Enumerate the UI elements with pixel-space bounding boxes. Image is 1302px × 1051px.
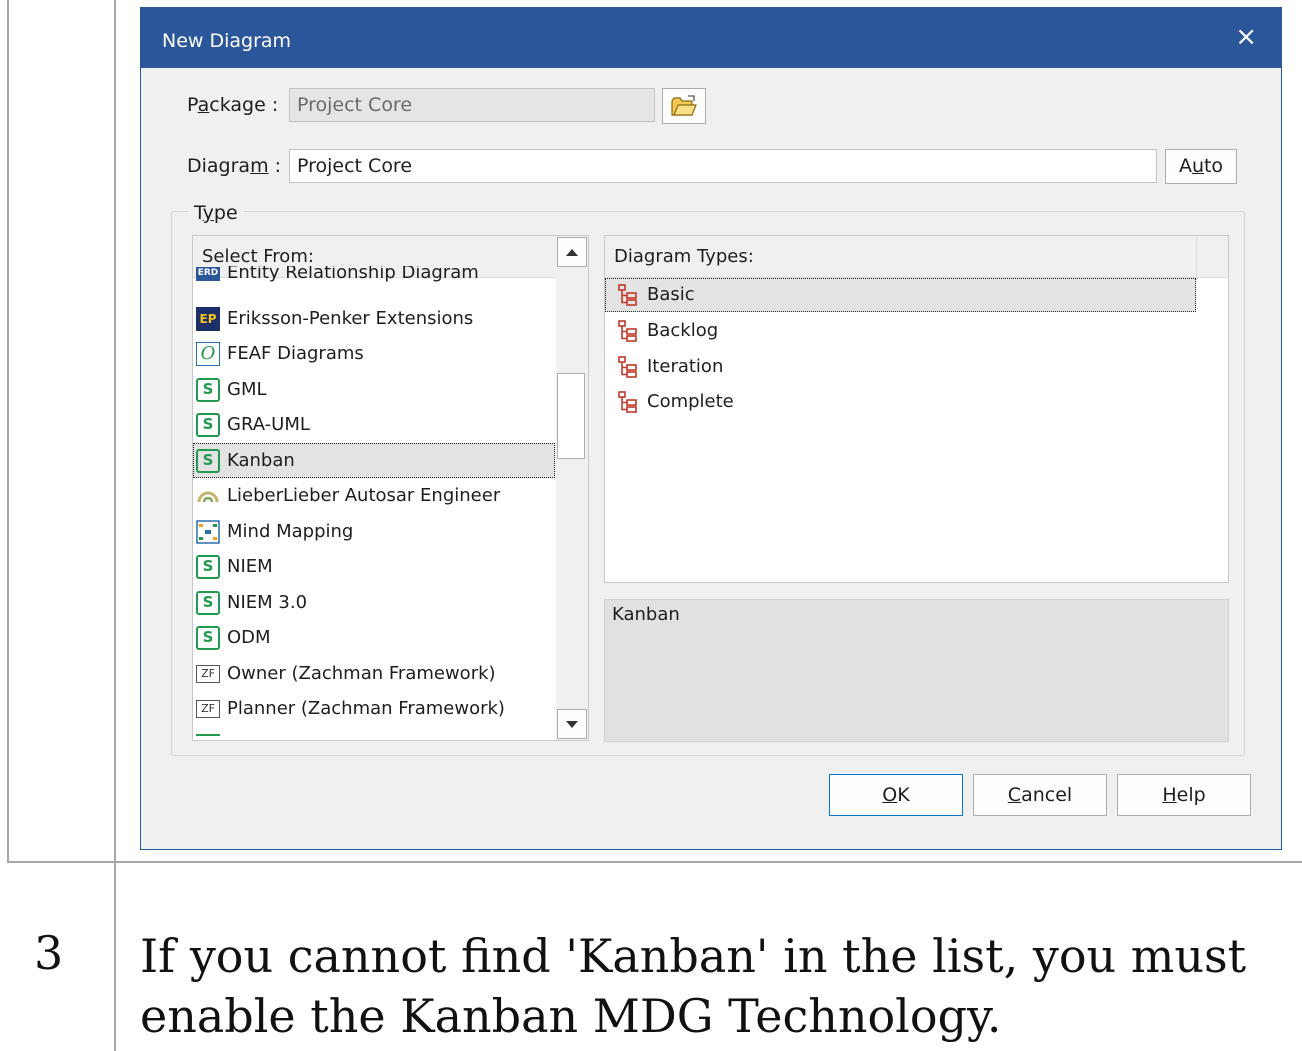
list-item-gml[interactable]: S GML bbox=[193, 372, 555, 407]
zf-icon: ZF bbox=[196, 665, 220, 683]
diagram-label: Diagram : bbox=[187, 155, 282, 177]
scroll-down-button[interactable] bbox=[557, 709, 587, 739]
list-item-planner-zachman[interactable]: ZF Planner (Zachman Framework) bbox=[193, 691, 555, 726]
mdg-icon: S bbox=[196, 449, 220, 473]
chevron-down-icon bbox=[566, 721, 578, 728]
list-item-mind-mapping[interactable]: Mind Mapping bbox=[193, 514, 555, 549]
cancel-button[interactable]: Cancel bbox=[973, 774, 1107, 816]
mdg-icon: S bbox=[196, 591, 220, 615]
list-item-kanban[interactable]: S Kanban bbox=[193, 443, 555, 478]
diagram-type-icon bbox=[618, 391, 637, 413]
help-button[interactable]: Help bbox=[1117, 774, 1251, 816]
folder-open-icon bbox=[671, 95, 697, 116]
auto-button[interactable]: Auto bbox=[1165, 149, 1237, 184]
list-item-gra-uml[interactable]: S GRA-UML bbox=[193, 407, 555, 442]
diagram-types-header: Diagram Types: bbox=[605, 236, 1196, 278]
package-field[interactable]: Project Core bbox=[289, 88, 655, 122]
close-icon[interactable]: × bbox=[1235, 22, 1257, 52]
diagram-type-icon bbox=[618, 320, 637, 342]
diagram-name-input[interactable]: Project Core bbox=[289, 149, 1157, 183]
diagram-type-basic[interactable]: Basic bbox=[605, 278, 1196, 312]
diagram-type-icon bbox=[618, 356, 637, 378]
mdg-icon: S bbox=[196, 413, 220, 437]
lieberlieber-icon bbox=[197, 491, 219, 503]
zf-icon: ZF bbox=[196, 700, 220, 718]
list-item-erd[interactable]: ERD Entity Relationship Diagram bbox=[193, 266, 555, 296]
ok-button[interactable]: OK bbox=[829, 774, 963, 816]
diagram-types-header-extra bbox=[1196, 236, 1228, 278]
description-box: Kanban bbox=[604, 599, 1229, 742]
list-item-eriksson-penker[interactable]: EP Eriksson-Penker Extensions bbox=[193, 301, 555, 336]
list-item-feaf[interactable]: O FEAF Diagrams bbox=[193, 336, 555, 371]
list-item-niem[interactable]: S NIEM bbox=[193, 549, 555, 584]
diagram-types-list[interactable]: Diagram Types: Basic Backlog Iteration C… bbox=[604, 235, 1229, 583]
list-item-owner-zachman[interactable]: ZF Owner (Zachman Framework) bbox=[193, 656, 555, 691]
mdg-icon: S bbox=[196, 378, 220, 402]
type-group-label: Type bbox=[188, 202, 244, 224]
erd-icon: ERD bbox=[196, 267, 220, 281]
new-diagram-dialog: New Diagram × Package : Project Core Dia… bbox=[140, 7, 1282, 850]
chevron-up-icon bbox=[566, 249, 578, 256]
dialog-title: New Diagram bbox=[162, 30, 292, 52]
table-rule-column bbox=[114, 0, 116, 1051]
step-number: 3 bbox=[34, 926, 64, 980]
list-item-partial bbox=[196, 734, 220, 740]
mdg-icon: S bbox=[196, 555, 220, 579]
ep-icon: EP bbox=[196, 307, 220, 331]
table-rule-row bbox=[7, 861, 1302, 863]
package-label: Package : bbox=[187, 94, 279, 116]
table-rule-left bbox=[7, 0, 9, 862]
feaf-icon: O bbox=[196, 342, 220, 366]
list-item-odm[interactable]: S ODM bbox=[193, 620, 555, 655]
list-item-lieberlieber[interactable]: LieberLieber Autosar Engineer bbox=[193, 478, 555, 513]
select-from-list[interactable]: Select From: ERD Entity Relationship Dia… bbox=[192, 235, 589, 741]
step-text: If you cannot find 'Kanban' in the list,… bbox=[140, 929, 1247, 1043]
mind-map-icon bbox=[196, 520, 220, 544]
diagram-type-icon bbox=[618, 284, 637, 306]
scroll-thumb[interactable] bbox=[557, 373, 585, 459]
browse-package-button[interactable] bbox=[662, 88, 706, 124]
scroll-up-button[interactable] bbox=[557, 237, 587, 267]
mdg-icon: S bbox=[196, 626, 220, 650]
select-from-scrollbar[interactable] bbox=[556, 236, 588, 740]
dialog-title-bar: New Diagram × bbox=[141, 8, 1281, 68]
list-item-niem-3[interactable]: S NIEM 3.0 bbox=[193, 585, 555, 620]
